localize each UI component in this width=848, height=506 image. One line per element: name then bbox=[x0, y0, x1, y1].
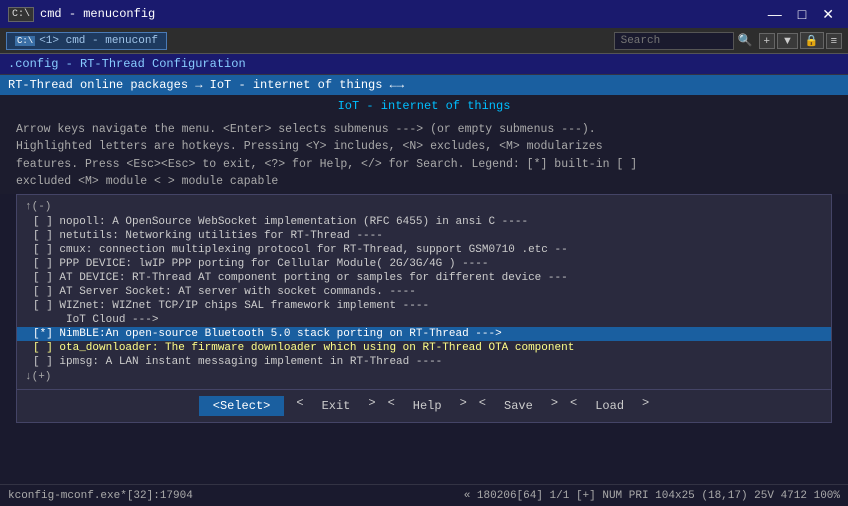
menu-icon[interactable]: ≡ bbox=[826, 33, 842, 49]
list-item[interactable]: [ ] ipmsg: A LAN instant messaging imple… bbox=[17, 355, 831, 369]
maximize-button[interactable]: □ bbox=[792, 4, 812, 24]
breadcrumb-text: .config - RT-Thread Configuration bbox=[8, 57, 246, 71]
menu-bottom-separator: ↓(+) bbox=[17, 369, 831, 385]
list-item[interactable]: IoT Cloud ---> bbox=[17, 313, 831, 327]
list-item[interactable]: [ ] nopoll: A OpenSource WebSocket imple… bbox=[17, 215, 831, 229]
title-bar: C:\ cmd - menuconfig — □ ✕ bbox=[0, 0, 848, 28]
save-right-bracket: > bbox=[551, 396, 558, 416]
search-box: 🔍 bbox=[614, 32, 753, 50]
load-left-bracket: < bbox=[570, 396, 577, 416]
iot-header: IoT - internet of things bbox=[0, 95, 848, 117]
nav-path: RT-Thread online packages → IoT - intern… bbox=[0, 75, 848, 95]
cmd-icon: C:\ bbox=[8, 7, 34, 22]
bottom-buttons-bar: <Select> < Exit > < Help > < Save > < Lo… bbox=[16, 390, 832, 423]
list-item[interactable]: [ ] AT Server Socket: AT server with soc… bbox=[17, 285, 831, 299]
checkbox-netutils: [ ] bbox=[33, 230, 59, 242]
info-box: Arrow keys navigate the menu. <Enter> se… bbox=[0, 117, 848, 194]
checkbox-ota: [ ] bbox=[33, 342, 59, 354]
checkbox-cmux: [ ] bbox=[33, 244, 59, 256]
save-left-bracket: < bbox=[479, 396, 486, 416]
list-item-highlighted[interactable]: [*] NimBLE:An open-source Bluetooth 5.0 … bbox=[17, 327, 831, 341]
breadcrumb: .config - RT-Thread Configuration bbox=[0, 54, 848, 75]
iot-cloud-indent bbox=[33, 314, 59, 326]
load-button[interactable]: Load bbox=[589, 396, 630, 416]
lock-icon[interactable]: 🔒 bbox=[800, 32, 824, 49]
minimize-button[interactable]: — bbox=[762, 4, 788, 24]
status-right: « 180206[64] 1/1 [+] NUM PRI 104x25 (18,… bbox=[464, 490, 840, 502]
checkbox-nopoll: [ ] bbox=[33, 216, 59, 228]
list-item[interactable]: [ ] ota_downloader: The firmware downloa… bbox=[17, 341, 831, 355]
list-item[interactable]: [ ] netutils: Networking utilities for R… bbox=[17, 229, 831, 243]
close-button[interactable]: ✕ bbox=[816, 4, 840, 24]
checkbox-ipmsg: [ ] bbox=[33, 356, 59, 368]
taskbar-tab[interactable]: C:\ <1> cmd - menuconf bbox=[6, 32, 167, 50]
save-button[interactable]: Save bbox=[498, 396, 539, 416]
status-bar: kconfig-mconf.exe*[32]:17904 « 180206[64… bbox=[0, 484, 848, 506]
menu-container: ↑(-) [ ] nopoll: A OpenSource WebSocket … bbox=[16, 194, 832, 390]
exit-right-bracket: > bbox=[368, 396, 375, 416]
list-item[interactable]: [ ] AT DEVICE: RT-Thread AT component po… bbox=[17, 271, 831, 285]
exit-left-bracket: < bbox=[296, 396, 303, 416]
load-right-bracket: > bbox=[642, 396, 649, 416]
list-item[interactable]: [ ] PPP DEVICE: lwIP PPP porting for Cel… bbox=[17, 257, 831, 271]
checkbox-nimble: [*] bbox=[33, 328, 59, 340]
menu-top-separator: ↑(-) bbox=[17, 199, 831, 215]
search-input[interactable] bbox=[614, 32, 734, 50]
title-controls: — □ ✕ bbox=[762, 4, 840, 24]
info-line-3: features. Press <Esc><Esc> to exit, <?> … bbox=[16, 156, 832, 173]
taskbar-icons: + ▼ 🔒 ≡ bbox=[759, 32, 842, 49]
info-line-4: excluded <M> module < > module capable bbox=[16, 173, 832, 190]
checkbox-wiznet: [ ] bbox=[33, 300, 59, 312]
window-title: cmd - menuconfig bbox=[40, 7, 155, 21]
status-left: kconfig-mconf.exe*[32]:17904 bbox=[8, 490, 193, 502]
help-button[interactable]: Help bbox=[407, 396, 448, 416]
tab-label: <1> cmd - menuconf bbox=[39, 35, 158, 47]
info-line-2: Highlighted letters are hotkeys. Pressin… bbox=[16, 138, 832, 155]
checkbox-at-device: [ ] bbox=[33, 272, 59, 284]
checkbox-ppp: [ ] bbox=[33, 258, 59, 270]
checkbox-at-server: [ ] bbox=[33, 286, 59, 298]
nav-path-text: RT-Thread online packages → IoT - intern… bbox=[8, 78, 404, 92]
help-left-bracket: < bbox=[388, 396, 395, 416]
dropdown-button[interactable]: ▼ bbox=[777, 33, 798, 49]
taskbar: C:\ <1> cmd - menuconf 🔍 + ▼ 🔒 ≡ bbox=[0, 28, 848, 54]
iot-header-text: IoT - internet of things bbox=[338, 99, 511, 113]
tab-cmd-icon: C:\ bbox=[15, 36, 35, 46]
search-icon: 🔍 bbox=[738, 33, 753, 48]
help-right-bracket: > bbox=[460, 396, 467, 416]
exit-button[interactable]: Exit bbox=[316, 396, 357, 416]
select-button[interactable]: <Select> bbox=[199, 396, 285, 416]
info-line-1: Arrow keys navigate the menu. <Enter> se… bbox=[16, 121, 832, 138]
title-bar-left: C:\ cmd - menuconfig bbox=[8, 7, 155, 22]
add-tab-button[interactable]: + bbox=[759, 33, 775, 49]
list-item[interactable]: [ ] WIZnet: WIZnet TCP/IP chips SAL fram… bbox=[17, 299, 831, 313]
list-item[interactable]: [ ] cmux: connection multiplexing protoc… bbox=[17, 243, 831, 257]
